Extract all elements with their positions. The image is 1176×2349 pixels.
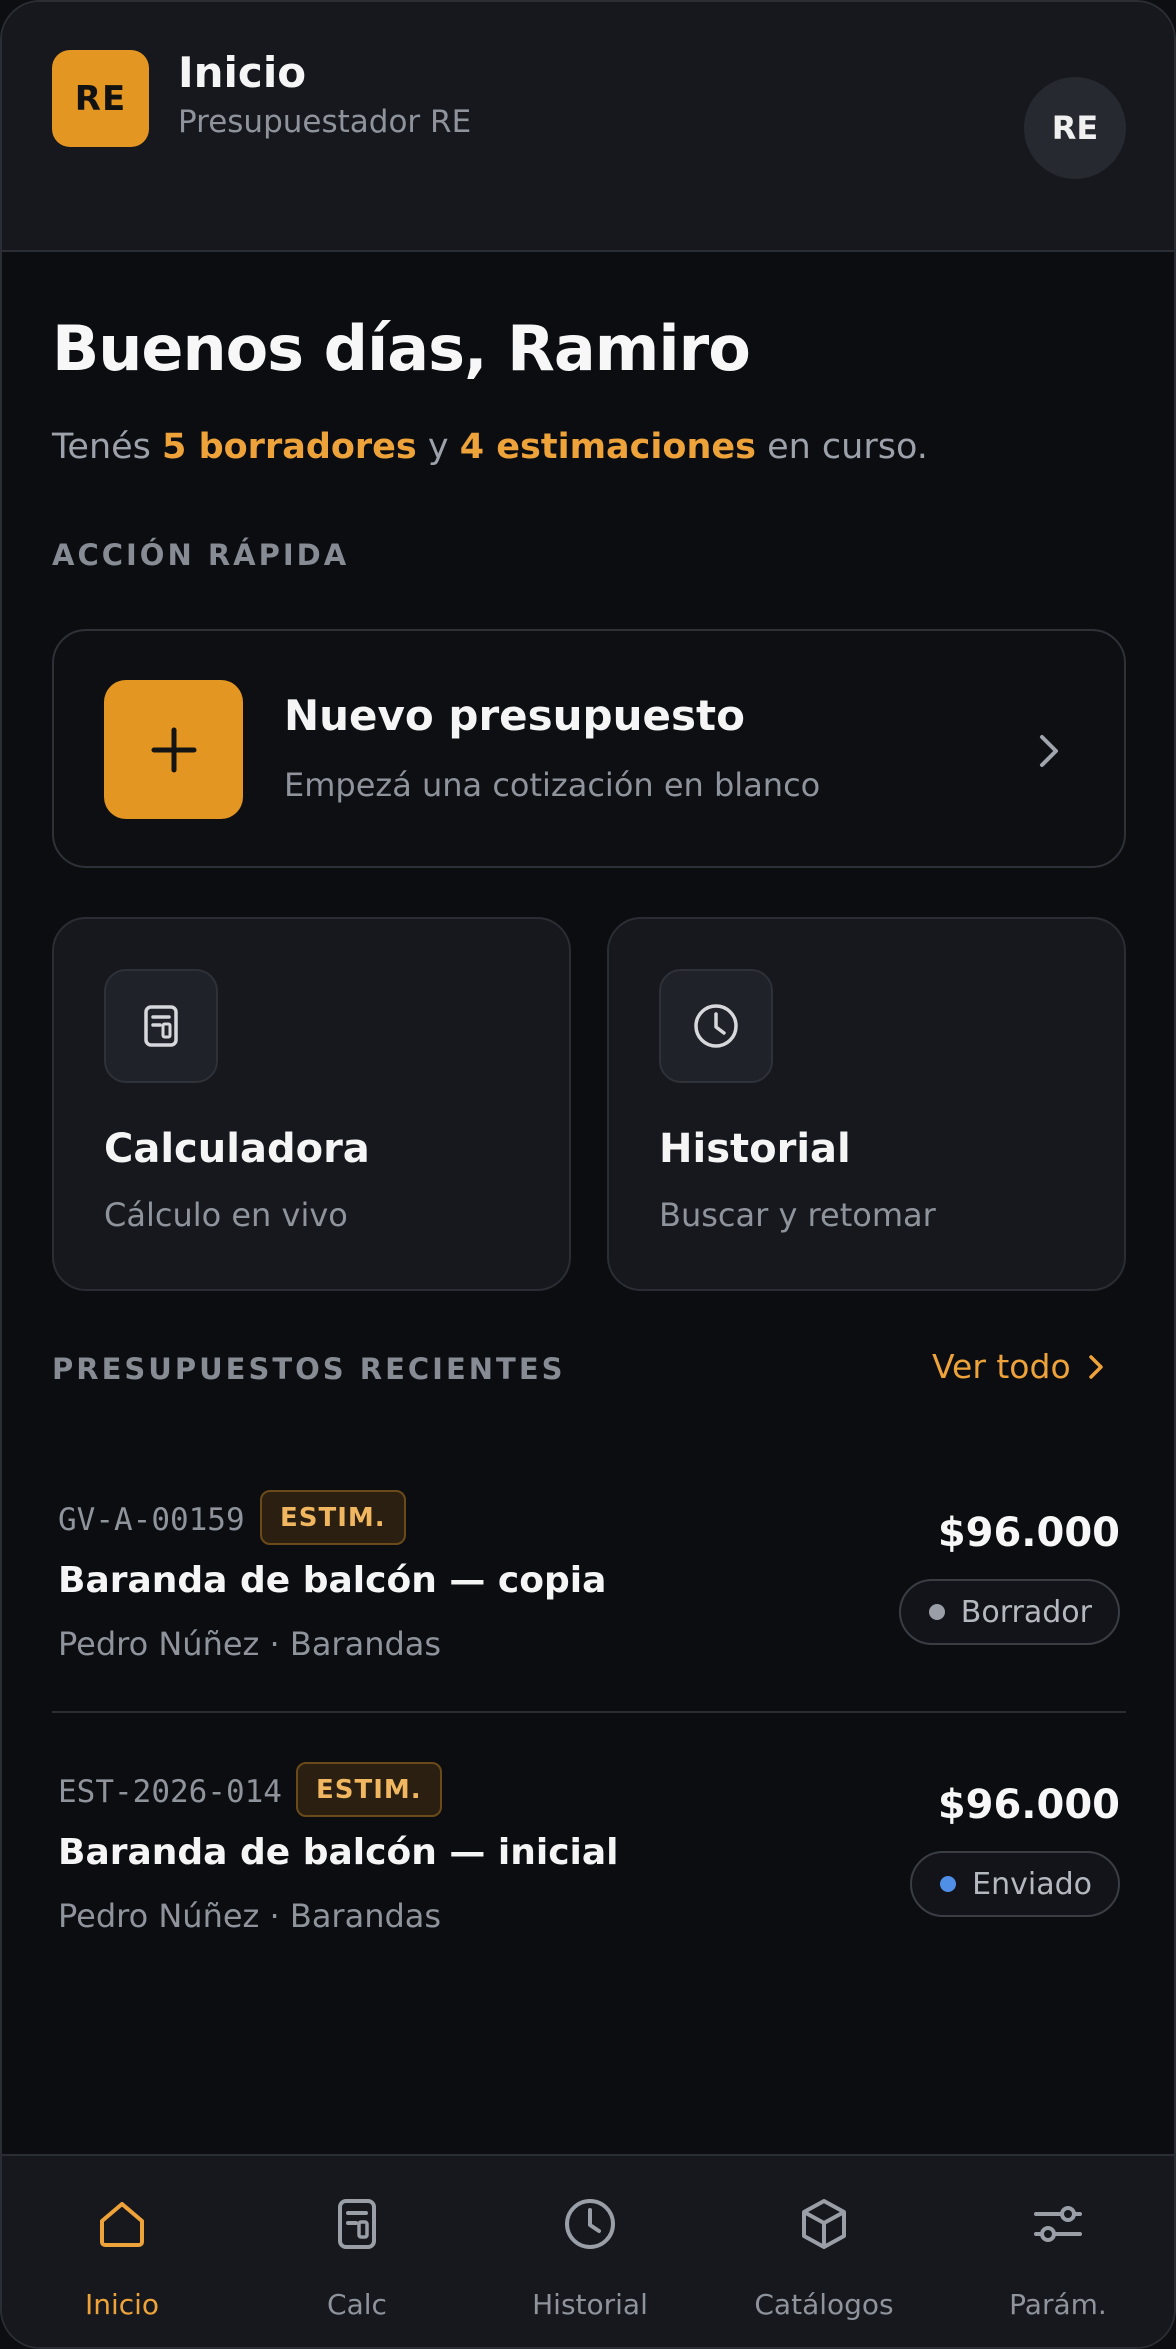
estimates-count: 4 estimaciones	[459, 427, 756, 467]
greeting-title: Buenos días, Ramiro	[52, 312, 751, 385]
home-icon	[100, 2202, 144, 2247]
nav-item-inicio[interactable]: Inicio	[22, 2156, 222, 2347]
nav-item-parametros[interactable]: Parám.	[958, 2156, 1158, 2347]
quote-row[interactable]: GV-A-00159 ESTIM. Baranda de balcón — co…	[52, 1482, 1126, 1712]
status-dot	[928, 1604, 945, 1620]
quote-amount: $96.000	[937, 1510, 1120, 1556]
history-tile[interactable]: Historial Buscar y retomar	[607, 917, 1126, 1291]
history-title: Historial	[659, 1126, 851, 1172]
new-quote-title: Nuevo presupuesto	[284, 691, 745, 740]
status-label: Borrador	[960, 1594, 1092, 1630]
nav-item-historial[interactable]: Historial	[490, 2156, 690, 2347]
quote-amount: $96.000	[937, 1782, 1120, 1828]
status-label: Enviado	[972, 1866, 1092, 1902]
nav-label: Calc	[327, 2288, 387, 2321]
box-icon	[802, 2199, 846, 2249]
chevron-right-icon	[1040, 735, 1058, 767]
calculator-tile[interactable]: Calculadora Cálculo en vivo	[52, 917, 571, 1291]
calculator-subtitle: Cálculo en vivo	[104, 1196, 348, 1234]
quote-title: Baranda de balcón — copia	[58, 1560, 607, 1601]
nav-label: Parám.	[1009, 2288, 1107, 2321]
top-header: RE Inicio Presupuestador RE RE	[2, 2, 1174, 252]
drafts-count: 5 borradores	[162, 427, 417, 467]
summary-connector: y	[416, 427, 460, 467]
nav-label: Inicio	[84, 2288, 160, 2321]
plus-icon	[104, 680, 243, 819]
nav-item-catalogos[interactable]: Catálogos	[724, 2156, 924, 2347]
quote-title: Baranda de balcón — inicial	[58, 1832, 619, 1873]
calculator-icon	[104, 969, 218, 1083]
quick-action-label: ACCIÓN RÁPIDA	[52, 538, 350, 572]
history-subtitle: Buscar y retomar	[659, 1196, 936, 1234]
clock-icon	[659, 969, 773, 1083]
sliders-icon	[1034, 2206, 1082, 2242]
type-badge: ESTIM.	[260, 1490, 406, 1545]
summary-suffix: en curso.	[755, 427, 928, 467]
quote-meta: Pedro Núñez · Barandas	[58, 1897, 442, 1935]
status-badge: Borrador	[898, 1579, 1120, 1645]
see-all-label: Ver todo	[932, 1347, 1071, 1386]
app-logo: RE	[52, 50, 149, 147]
summary-prefix: Tenés	[52, 427, 163, 467]
recent-label: PRESUPUESTOS RECIENTES	[52, 1352, 566, 1386]
type-badge: ESTIM.	[296, 1762, 442, 1817]
nav-label: Historial	[532, 2288, 648, 2321]
calculator-title: Calculadora	[104, 1126, 370, 1172]
nav-item-calc[interactable]: Calc	[257, 2156, 457, 2347]
app-screen: RE Inicio Presupuestador RE RE Buenos dí…	[0, 0, 1176, 2349]
status-dot	[940, 1876, 957, 1892]
status-badge: Enviado	[910, 1851, 1120, 1917]
calculator-icon	[338, 2199, 376, 2249]
page-title: Inicio	[178, 48, 307, 97]
quote-row[interactable]: EST-2026-014 ESTIM. Baranda de balcón — …	[52, 1754, 1126, 1984]
new-quote-subtitle: Empezá una cotización en blanco	[284, 766, 821, 804]
new-quote-button[interactable]: Nuevo presupuesto Empezá una cotización …	[52, 629, 1126, 868]
greeting-summary: Tenés 5 borradores y 4 estimaciones en c…	[52, 427, 928, 467]
clock-icon	[565, 2199, 615, 2249]
app-subtitle: Presupuestador RE	[178, 104, 472, 140]
quote-code: GV-A-00159	[58, 1502, 245, 1538]
bottom-nav: Inicio Calc Historial Catálogos Parám.	[2, 2154, 1174, 2347]
row-divider	[52, 1711, 1126, 1713]
chevron-right-icon	[1088, 1354, 1103, 1379]
see-all-link[interactable]: Ver todo	[932, 1347, 1107, 1386]
quote-meta: Pedro Núñez · Barandas	[58, 1625, 442, 1663]
quote-code: EST-2026-014	[58, 1774, 282, 1810]
user-avatar[interactable]: RE	[1024, 77, 1126, 179]
nav-label: Catálogos	[754, 2288, 894, 2321]
